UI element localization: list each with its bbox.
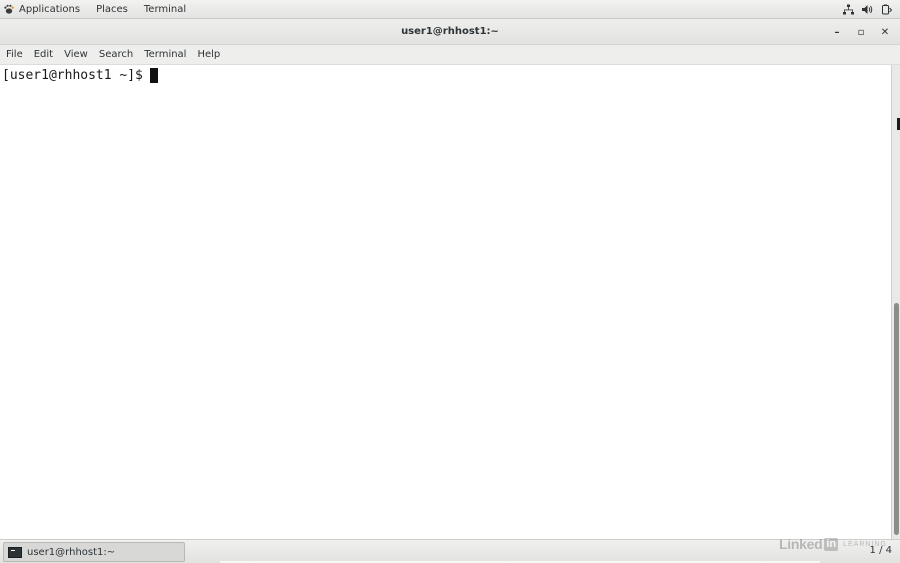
menu-view[interactable]: View (58, 45, 93, 65)
menu-terminal[interactable]: Terminal (138, 45, 191, 65)
places-menu[interactable]: Places (88, 0, 136, 19)
menu-help[interactable]: Help (191, 45, 225, 65)
top-menu: Applications Places Terminal (0, 0, 194, 19)
network-icon[interactable] (843, 4, 854, 15)
taskbar-window-label: user1@rhhost1:~ (27, 546, 116, 558)
applications-menu-label: Applications (19, 3, 81, 15)
window-titlebar[interactable]: user1@rhhost1:~ – ▫ ✕ (0, 19, 900, 45)
taskbar-window-button[interactable]: user1@rhhost1:~ (3, 542, 185, 562)
volume-icon[interactable] (862, 4, 873, 15)
applications-menu[interactable]: Applications (0, 0, 88, 19)
close-button[interactable]: ✕ (876, 23, 894, 41)
terminal-view[interactable]: [user1@rhhost1 ~]$ (0, 65, 891, 539)
menu-edit[interactable]: Edit (28, 45, 58, 65)
maximize-button[interactable]: ▫ (852, 23, 870, 41)
shell-prompt: [user1@rhhost1 ~]$ (2, 67, 143, 83)
watermark-in-logo: in (824, 537, 839, 551)
prompt-line: [user1@rhhost1 ~]$ (2, 67, 891, 83)
vertical-scrollbar[interactable] (891, 65, 900, 539)
terminal-app-menu[interactable]: Terminal (136, 0, 194, 19)
gnome-foot-icon (4, 4, 14, 14)
workspace-indicator[interactable]: 1 / 4 (870, 539, 892, 563)
power-icon[interactable] (881, 4, 892, 15)
window-title: user1@rhhost1:~ (401, 26, 499, 37)
bottom-taskbar: user1@rhhost1:~ (0, 539, 900, 563)
menu-file[interactable]: File (0, 45, 28, 65)
text-cursor (149, 67, 158, 83)
system-tray (843, 0, 892, 19)
window-controls: – ▫ ✕ (828, 19, 894, 45)
watermark-linked: Linked (779, 536, 823, 552)
top-bar: Applications Places Terminal (0, 0, 900, 19)
scrollbar-thumb[interactable] (894, 303, 899, 535)
minimize-button[interactable]: – (828, 23, 846, 41)
terminal-icon (8, 546, 22, 558)
terminal-menubar: File Edit View Search Terminal Help (0, 45, 900, 65)
menu-search[interactable]: Search (93, 45, 138, 65)
